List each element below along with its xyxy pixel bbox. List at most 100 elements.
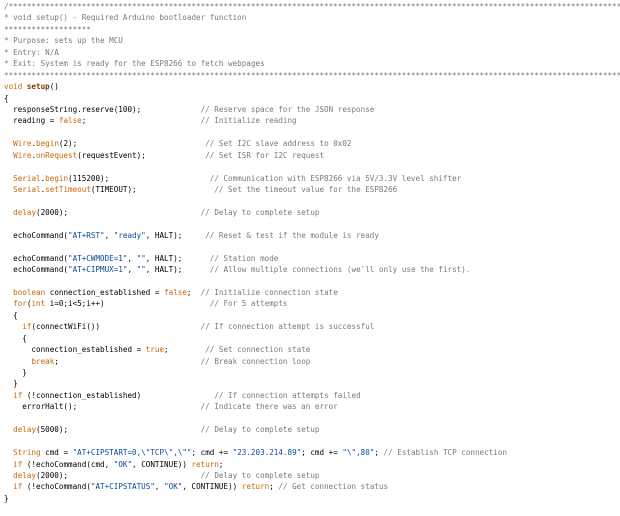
code-comment: // Initialize reading: [200, 116, 297, 126]
code-comment: * Entry: N/A: [4, 47, 59, 57]
code-line: }: [4, 378, 620, 389]
code-text: }: [4, 493, 9, 503]
code-text: ,: [127, 265, 137, 275]
code-text: (!connection_established): [22, 390, 215, 400]
code-text: , CONTINUE)): [182, 482, 242, 492]
code-string: "ready": [113, 230, 146, 240]
code-line: * Entry: N/A: [4, 47, 620, 58]
code-line: if (!echoCommand("AT+CIPSTATUS", "OK", C…: [4, 481, 620, 492]
code-comment: // If connection attempt is successful: [200, 322, 375, 332]
code-line: if (!connection_established) // If conne…: [4, 390, 620, 401]
code-text: (!echoCommand(: [22, 482, 91, 492]
code-line: echoCommand("AT+RST", "ready", HALT); //…: [4, 230, 620, 241]
code-text: {: [4, 333, 27, 343]
code-text: ; cmd +=: [301, 448, 343, 458]
code-string: "AT+RST": [68, 230, 105, 240]
code-function-call: begin: [36, 139, 59, 149]
code-library-name: Wire: [13, 139, 32, 149]
code-string: "": [136, 253, 146, 263]
code-keyword: if: [13, 390, 23, 400]
code-line: void setup(): [4, 81, 620, 92]
code-comment: // For 5 attempts: [209, 299, 288, 309]
code-line: * void setup() - Required Arduino bootlo…: [4, 12, 620, 23]
code-line: {: [4, 93, 620, 104]
code-keyword: int: [31, 299, 46, 309]
code-line: echoCommand("AT+CIPMUX=1", "", HALT); //…: [4, 264, 620, 275]
code-line: Serial.begin(115200); // Communication w…: [4, 173, 620, 184]
code-comment: // Communication with ESP8266 via 5V/3.3…: [209, 173, 462, 183]
code-function-name: setup: [26, 82, 50, 92]
code-function-call: begin: [45, 173, 69, 183]
code-text: , HALT);: [145, 253, 210, 263]
code-text: connection_established =: [45, 287, 165, 297]
code-text: ;: [186, 287, 201, 297]
code-line: *******************: [4, 24, 620, 35]
code-comment: // Delay to complete setup: [200, 207, 320, 217]
code-line: Serial.setTimeout(TIMEOUT); // Set the t…: [4, 184, 620, 195]
code-text: i=0;i<5;i++): [45, 299, 210, 309]
code-text: (requestEvent);: [77, 150, 206, 160]
code-comment: // Set ISR for I2C request: [205, 150, 325, 160]
code-line: delay(2000); // Delay to complete setup: [4, 470, 620, 481]
code-text: (!echoCommand(cmd,: [22, 459, 114, 469]
code-comment: // Set I2C slave address to 0x02: [205, 139, 352, 149]
code-comment: // Allow multiple connections (we'll onl…: [209, 265, 471, 275]
code-text: (5000);: [36, 425, 201, 435]
code-keyword: return: [191, 459, 219, 469]
code-line: ****************************************…: [4, 70, 620, 81]
code-text: errorHalt();: [4, 402, 201, 412]
code-keyword: boolean: [13, 287, 46, 297]
code-text: cmd =: [40, 448, 73, 458]
code-line: * Purpose: sets up the MCU: [4, 35, 620, 46]
code-editor-view[interactable]: /***************************************…: [0, 0, 620, 516]
code-library-name: Serial: [13, 185, 41, 194]
code-function-call: delay: [13, 470, 37, 480]
code-comment: // Reset & test if the module is ready: [205, 230, 379, 240]
code-string: "23.203.214.89": [232, 448, 302, 458]
code-text: reading =: [4, 116, 59, 126]
code-line: for(int i=0;i<5;i++) // For 5 attempts: [4, 298, 620, 309]
code-text: ; cmd +=: [191, 448, 233, 458]
code-line: errorHalt(); // Indicate there was an er…: [4, 401, 620, 412]
code-comment: /***************************************…: [4, 2, 620, 11]
code-line: if(connectWiFi()) // If connection attem…: [4, 321, 620, 332]
code-comment: * Purpose: sets up the MCU: [4, 36, 123, 46]
code-comment: // Delay to complete setup: [200, 470, 320, 480]
code-comment: // Delay to complete setup: [200, 425, 320, 435]
code-keyword: break: [31, 356, 55, 366]
code-text: ;: [218, 459, 224, 469]
code-line: {: [4, 310, 620, 321]
code-text: , CONTINUE)): [132, 459, 192, 469]
code-keyword: if: [13, 459, 23, 469]
code-line: {: [4, 333, 620, 344]
code-line: break; // Break connection loop: [4, 356, 620, 367]
code-function-call: delay: [13, 425, 37, 435]
code-text: ;: [81, 116, 201, 126]
code-text: ;: [164, 345, 206, 355]
code-string: "": [136, 265, 146, 275]
code-comment: // Indicate there was an error: [200, 402, 338, 412]
code-text: responseString.reserve(100);: [4, 104, 201, 114]
code-line: delay(5000); // Delay to complete setup: [4, 424, 620, 435]
code-comment: // Initialize connection state: [200, 287, 338, 297]
code-text: ,: [127, 253, 137, 263]
code-text: (2);: [58, 139, 206, 149]
code-comment: // If connection attempts failed: [214, 390, 361, 400]
code-text: ,: [154, 482, 165, 492]
code-text: , HALT);: [145, 230, 206, 240]
code-comment: // Get connection status: [278, 482, 389, 492]
code-comment: // Set the timeout value for the ESP8266: [214, 185, 398, 194]
code-text: (2000);: [36, 207, 201, 217]
